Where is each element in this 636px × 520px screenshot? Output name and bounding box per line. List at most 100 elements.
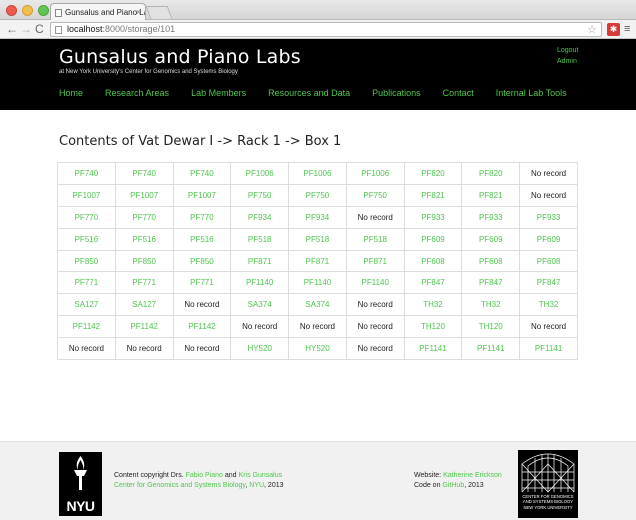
extension-icon[interactable]: ✱ (607, 23, 620, 36)
sample-link-cell[interactable]: PF820 (461, 162, 521, 185)
sample-link-cell[interactable]: PF871 (288, 249, 347, 273)
sample-link-cell[interactable]: TH120 (403, 315, 463, 339)
sample-link-cell[interactable]: PF1140 (288, 271, 347, 295)
reload-icon[interactable]: C (35, 22, 44, 36)
nyu-logo[interactable]: NYU (59, 452, 102, 516)
sample-link-cell[interactable]: PF770 (57, 205, 116, 229)
sample-link-cell[interactable]: HY520 (230, 337, 290, 361)
sample-link-cell[interactable]: PF847 (403, 271, 463, 295)
sample-link-cell[interactable]: PF518 (230, 227, 290, 251)
sample-link-cell[interactable]: PF847 (519, 271, 578, 295)
sample-link-cell[interactable]: PF608 (519, 249, 578, 273)
sample-link-cell[interactable]: PF1141 (403, 337, 463, 361)
logout-link[interactable]: Logout (557, 45, 578, 56)
github-link[interactable]: GitHub (442, 482, 464, 489)
sample-link-cell[interactable]: PF609 (403, 227, 463, 251)
nav-publications[interactable]: Publications (372, 88, 421, 98)
window-close-icon[interactable] (6, 5, 17, 16)
sample-link-cell[interactable]: TH120 (461, 315, 521, 339)
sample-link-cell[interactable]: PF608 (461, 249, 521, 273)
sample-link-cell[interactable]: SA127 (114, 293, 174, 317)
sample-link-cell[interactable]: TH32 (461, 293, 521, 317)
sample-link-cell[interactable]: PF1006 (230, 162, 290, 185)
sample-link-cell[interactable]: PF821 (403, 183, 463, 207)
nav-resources-and-data[interactable]: Resources and Data (268, 88, 350, 98)
sample-link-cell[interactable]: PF1142 (172, 315, 232, 339)
sample-link-cell[interactable]: PF1142 (114, 315, 174, 339)
sample-link-cell[interactable]: PF740 (114, 162, 174, 185)
sample-link-cell[interactable]: PF933 (519, 205, 578, 229)
sample-link-cell[interactable]: SA374 (230, 293, 290, 317)
sample-link-cell[interactable]: PF516 (57, 227, 116, 251)
sample-link-cell[interactable]: PF1007 (57, 183, 116, 207)
browser-menu-icon[interactable]: ≡ (624, 22, 630, 36)
sample-link-cell[interactable]: HY520 (288, 337, 347, 361)
sample-link-cell[interactable]: PF518 (288, 227, 347, 251)
site-title[interactable]: Gunsalus and Piano Labs (59, 46, 301, 68)
sample-link-cell[interactable]: PF934 (288, 205, 347, 229)
sample-link-cell[interactable]: PF820 (403, 162, 463, 185)
nav-internal-lab-tools[interactable]: Internal Lab Tools (496, 88, 567, 98)
sample-link-cell[interactable]: PF740 (172, 162, 232, 185)
sample-link-cell[interactable]: PF871 (230, 249, 290, 273)
sample-link-cell[interactable]: PF771 (57, 271, 116, 295)
sample-link-cell[interactable]: PF608 (403, 249, 463, 273)
sample-link-cell[interactable]: PF871 (345, 249, 405, 273)
new-tab-button[interactable] (145, 6, 173, 19)
address-bar[interactable]: localhost:8000/storage/101 ☆ (50, 22, 602, 37)
website-author-link[interactable]: Katherine Erickson (443, 472, 502, 479)
back-arrow-icon[interactable]: ← (6, 22, 18, 36)
sample-link-cell[interactable]: PF1142 (57, 315, 116, 339)
sample-link-cell[interactable]: PF1141 (519, 337, 578, 361)
sample-link-cell[interactable]: PF934 (230, 205, 290, 229)
page-icon (55, 26, 62, 34)
nav-home[interactable]: Home (59, 88, 83, 98)
sample-link-cell[interactable]: PF750 (345, 183, 405, 207)
nav-lab-members[interactable]: Lab Members (191, 88, 246, 98)
sample-link-cell[interactable]: SA127 (57, 293, 116, 317)
nav-contact[interactable]: Contact (443, 88, 474, 98)
window-maximize-icon[interactable] (38, 5, 49, 16)
sample-link-cell[interactable]: PF516 (172, 227, 232, 251)
admin-link[interactable]: Admin (557, 56, 578, 67)
sample-link-cell[interactable]: PF850 (172, 249, 232, 273)
sample-link-cell[interactable]: TH32 (403, 293, 463, 317)
sample-link-cell[interactable]: PF609 (461, 227, 521, 251)
sample-link-cell[interactable]: PF516 (114, 227, 174, 251)
sample-link-cell[interactable]: TH32 (519, 293, 578, 317)
sample-link-cell[interactable]: PF609 (519, 227, 578, 251)
sample-link-cell[interactable]: PF1007 (114, 183, 174, 207)
window-minimize-icon[interactable] (22, 5, 33, 16)
sample-link-cell[interactable]: PF1007 (172, 183, 232, 207)
sample-link-cell[interactable]: PF770 (172, 205, 232, 229)
sample-link-cell[interactable]: PF770 (114, 205, 174, 229)
sample-link-cell[interactable]: PF750 (230, 183, 290, 207)
nyu-link[interactable]: NYU (249, 482, 264, 489)
piano-link[interactable]: Fabio Piano (186, 472, 223, 479)
sample-link-cell[interactable]: PF821 (461, 183, 521, 207)
sample-link-cell[interactable]: PF1006 (345, 162, 405, 185)
cgsb-logo[interactable]: CENTER FOR GENOMICS AND SYSTEMS BIOLOGY … (518, 450, 578, 518)
sample-link-cell[interactable]: PF933 (403, 205, 463, 229)
sample-link-cell[interactable]: PF740 (57, 162, 116, 185)
sample-link-cell[interactable]: PF933 (461, 205, 521, 229)
gunsalus-link[interactable]: Kris Gunsalus (239, 472, 283, 479)
nav-research-areas[interactable]: Research Areas (105, 88, 169, 98)
sample-link-cell[interactable]: PF771 (172, 271, 232, 295)
tab-close-icon[interactable]: × (136, 7, 141, 17)
sample-link-cell[interactable]: PF847 (461, 271, 521, 295)
sample-link-cell[interactable]: PF1140 (230, 271, 290, 295)
bookmark-star-icon[interactable]: ☆ (587, 23, 597, 36)
sample-link-cell[interactable]: PF750 (288, 183, 347, 207)
sample-link-cell[interactable]: PF1140 (345, 271, 405, 295)
sample-link-cell[interactable]: PF518 (345, 227, 405, 251)
sample-link-cell[interactable]: PF850 (57, 249, 116, 273)
cgsb-link[interactable]: Center for Genomics and Systems Biology (114, 482, 245, 489)
sample-link-cell[interactable]: PF771 (114, 271, 174, 295)
sample-link-cell[interactable]: PF1006 (288, 162, 347, 185)
sample-link-cell[interactable]: SA374 (288, 293, 347, 317)
sample-link-cell[interactable]: PF850 (114, 249, 174, 273)
browser-tab[interactable]: Gunsalus and Piano Labs × (50, 3, 146, 21)
forward-arrow-icon[interactable]: → (20, 22, 32, 36)
sample-link-cell[interactable]: PF1141 (461, 337, 521, 361)
